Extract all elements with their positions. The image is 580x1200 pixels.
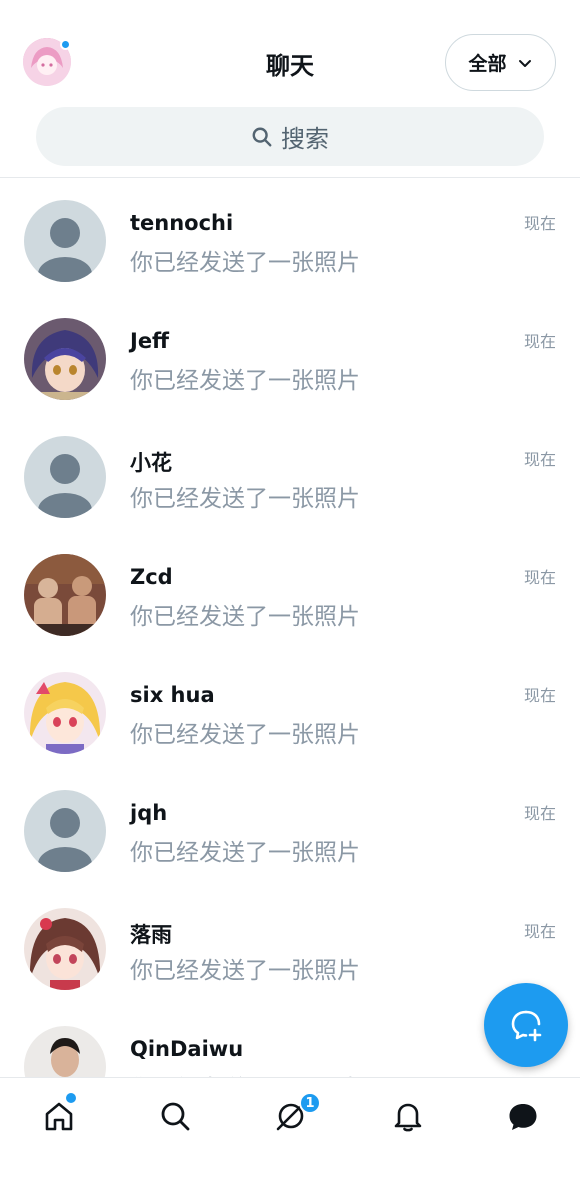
new-message-icon [511,1010,542,1042]
conversation-preview: 你已经发送了一张照片 [130,368,360,394]
default-avatar-icon [24,436,106,518]
conversation-row[interactable]: six hua 你已经发送了一张照片 现在 [0,651,580,769]
filter-dropdown-button[interactable]: 全部 [445,34,556,91]
header: 聊天 全部 搜索 [0,0,580,178]
filter-label: 全部 [468,53,507,75]
grok-badge: 1 [299,1092,321,1114]
conversation-name: tennochi [130,211,234,235]
conversation-preview: 你已经发送了一张照片 [130,486,360,512]
home-icon [45,1102,73,1131]
conversation-list: tennochi 你已经发送了一张照片 现在 Jeff 你已经发送了一张照片 现… [0,179,580,1077]
chevron-down-icon [518,59,531,67]
search-placeholder: 搜索 [281,125,329,153]
conversation-time: 现在 [523,922,556,941]
conversation-name: 小花 [130,451,172,475]
conversation-name: QinDaiwu [130,1037,244,1061]
anime-avatar-brown [24,908,106,990]
home-notification-dot [66,1093,76,1103]
nav-messages[interactable] [503,1096,543,1136]
photo-avatar-person [24,1026,106,1077]
photo-avatar-people [24,554,106,636]
search-icon [161,1102,190,1131]
conversation-row[interactable]: tennochi 你已经发送了一张照片 现在 [0,179,580,297]
conversation-row[interactable]: jqh 你已经发送了一张照片 现在 [0,769,580,887]
anime-avatar-blonde [24,672,106,754]
conversation-preview: 你已经发送了一张照片 [130,958,360,984]
conversation-row[interactable]: 落雨 你已经发送了一张照片 现在 [0,887,580,1005]
conversation-row[interactable]: Jeff 你已经发送了一张照片 现在 [0,297,580,415]
default-avatar-icon [24,790,106,872]
conversation-name: Zcd [130,565,173,589]
conversation-time: 现在 [523,450,556,469]
search-input[interactable]: 搜索 [36,107,544,166]
conversation-time: 现在 [523,686,556,705]
search-icon [252,127,272,146]
conversation-name: jqh [130,801,168,825]
conversation-preview: 你已经发送了一张照片 [130,722,360,748]
conversation-time: 现在 [523,214,556,233]
conversation-time: 现在 [523,332,556,351]
nav-notifications[interactable] [388,1096,428,1136]
conversation-preview: 你已经发送了一张照片 [130,1069,360,1077]
conversation-name: six hua [130,683,215,707]
conversation-name: Jeff [130,329,170,353]
conversation-row[interactable]: 小花 你已经发送了一张照片 现在 [0,415,580,533]
conversation-name: 落雨 [130,923,172,947]
conversation-time: 现在 [523,804,556,823]
conversation-time: 现在 [523,568,556,587]
messages-icon [509,1104,537,1130]
bottom-navigation: 1 [0,1077,580,1200]
new-message-button[interactable] [484,983,568,1067]
notifications-icon [394,1103,422,1132]
conversation-preview: 你已经发送了一张照片 [130,250,360,276]
nav-search[interactable] [155,1096,195,1136]
anime-avatar-purple [24,318,106,400]
default-avatar-icon [24,200,106,282]
conversation-preview: 你已经发送了一张照片 [130,604,360,630]
conversation-preview: 你已经发送了一张照片 [130,840,360,866]
conversation-row[interactable]: Zcd 你已经发送了一张照片 现在 [0,533,580,651]
